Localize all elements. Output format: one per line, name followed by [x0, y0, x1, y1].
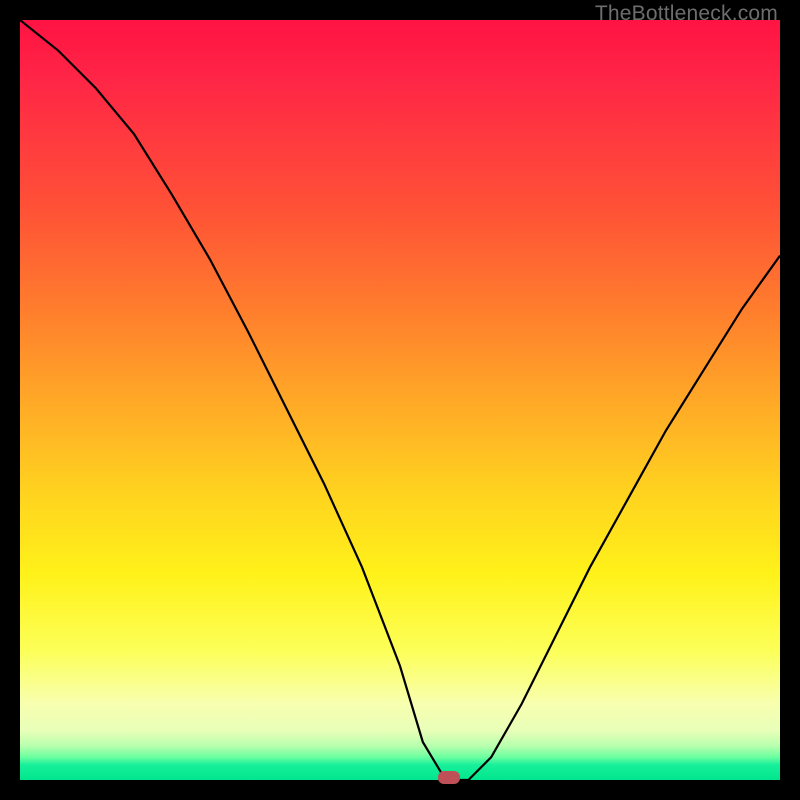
- optimal-marker: [438, 771, 460, 784]
- chart-frame: TheBottleneck.com: [0, 0, 800, 800]
- bottleneck-curve-path: [20, 20, 780, 780]
- curve-svg: [20, 20, 780, 780]
- plot-area: [20, 20, 780, 780]
